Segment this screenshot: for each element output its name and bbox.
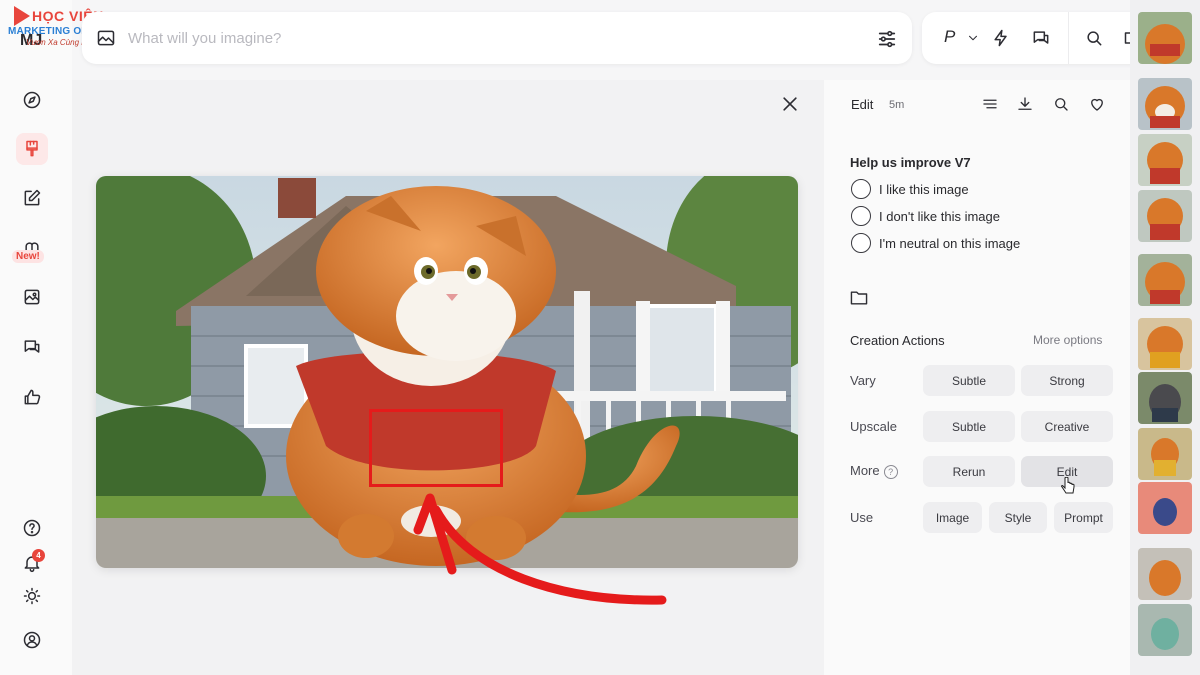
- heart-icon: [1091, 98, 1103, 111]
- use-style-button[interactable]: Style: [989, 502, 1047, 533]
- image-icon: [24, 289, 40, 305]
- cat-illustration: [96, 176, 798, 568]
- help-icon: [23, 519, 41, 537]
- history-strip: [1130, 0, 1200, 675]
- upscale-label: Upscale: [850, 419, 897, 434]
- upscale-subtle-button[interactable]: Subtle: [923, 411, 1015, 442]
- close-button[interactable]: [780, 94, 802, 116]
- selection-box: [369, 409, 503, 487]
- search-button[interactable]: [1083, 27, 1105, 49]
- use-image-button[interactable]: Image: [923, 502, 982, 533]
- radio-button[interactable]: [851, 206, 871, 226]
- chevron-down-icon: [968, 35, 978, 41]
- thumbs-up-icon: [24, 389, 41, 405]
- feedback-like-option[interactable]: I like this image: [851, 179, 969, 199]
- history-thumbnail[interactable]: [1138, 78, 1192, 130]
- sliders-icon: [878, 30, 896, 48]
- vary-strong-button[interactable]: Strong: [1021, 365, 1113, 396]
- history-thumbnail[interactable]: [1138, 12, 1192, 64]
- sidebar-item-chat[interactable]: [16, 331, 48, 363]
- history-thumbnail[interactable]: [1138, 548, 1192, 600]
- feedback-option-label: I'm neutral on this image: [879, 235, 1021, 251]
- rerun-button[interactable]: Rerun: [923, 456, 1015, 487]
- history-thumbnail[interactable]: [1138, 190, 1192, 242]
- history-thumbnail[interactable]: [1138, 254, 1192, 306]
- sidebar-item-explore[interactable]: [16, 84, 48, 116]
- search-icon: [1055, 98, 1068, 111]
- chat-icon: [1033, 31, 1049, 44]
- history-thumbnail[interactable]: [1138, 482, 1192, 534]
- sidebar-item-create[interactable]: [16, 133, 48, 165]
- download-button[interactable]: [1016, 95, 1036, 115]
- creation-actions-title: Creation Actions: [850, 333, 945, 348]
- use-label: Use: [850, 510, 874, 525]
- menu-icon: [983, 99, 997, 109]
- prompt-input[interactable]: [128, 24, 828, 52]
- menu-button[interactable]: [981, 95, 1001, 115]
- feedback-title: Help us improve V7: [850, 155, 971, 170]
- add-to-folder-button[interactable]: [850, 290, 868, 306]
- zoom-button[interactable]: [1052, 95, 1072, 115]
- generated-image[interactable]: [96, 176, 798, 568]
- sidebar-item-rank[interactable]: [16, 381, 48, 413]
- image-icon: [97, 30, 115, 46]
- notification-count-badge: 4: [32, 549, 45, 562]
- brush-icon: [26, 140, 38, 157]
- speed-button[interactable]: [990, 27, 1012, 49]
- folder-icon: [850, 291, 868, 305]
- theme-toggle[interactable]: [16, 580, 48, 612]
- prompt-bar: [82, 12, 912, 64]
- image-age: 5m: [889, 99, 905, 111]
- feedback-dislike-option[interactable]: I don't like this image: [851, 206, 1000, 226]
- question-icon[interactable]: ?: [883, 464, 898, 479]
- settings-button[interactable]: [876, 28, 898, 50]
- more-label: More?: [850, 463, 898, 479]
- chat-mode-button[interactable]: [1030, 27, 1052, 49]
- history-thumbnail[interactable]: [1138, 428, 1192, 480]
- history-thumbnail[interactable]: [1138, 372, 1192, 424]
- play-icon: [14, 6, 30, 26]
- user-circle-icon: [23, 631, 41, 649]
- vary-label: Vary: [850, 373, 876, 388]
- use-prompt-button[interactable]: Prompt: [1054, 502, 1113, 533]
- panel-mode-label: Edit: [851, 97, 874, 112]
- download-icon: [1018, 97, 1032, 110]
- history-thumbnail[interactable]: [1138, 134, 1192, 186]
- vary-subtle-button[interactable]: Subtle: [923, 365, 1015, 396]
- more-options-link[interactable]: More options: [1033, 333, 1102, 347]
- upscale-creative-button[interactable]: Creative: [1021, 411, 1113, 442]
- hand-cursor-icon: [1061, 477, 1075, 494]
- profile-selector[interactable]: P: [944, 27, 955, 47]
- chat-icon: [24, 340, 40, 353]
- top-toolbar: P: [922, 12, 1160, 64]
- feedback-option-label: I like this image: [879, 181, 969, 197]
- search-icon: [1087, 31, 1102, 46]
- feedback-neutral-option[interactable]: I'm neutral on this image: [851, 233, 1020, 253]
- account-button[interactable]: [16, 624, 48, 656]
- compass-icon: [23, 91, 41, 109]
- add-image-button[interactable]: [96, 28, 116, 48]
- edit-icon: [24, 189, 41, 206]
- feedback-option-label: I don't like this image: [879, 208, 1000, 224]
- close-icon: [783, 97, 797, 111]
- radio-button[interactable]: [851, 179, 871, 199]
- sun-icon: [23, 587, 41, 605]
- help-button[interactable]: [16, 512, 48, 544]
- history-thumbnail[interactable]: [1138, 318, 1192, 370]
- lightning-icon: [994, 29, 1007, 47]
- profile-dropdown[interactable]: [962, 27, 984, 49]
- radio-button[interactable]: [851, 233, 871, 253]
- more-label-text: More: [850, 463, 880, 478]
- toolbar-divider: [1068, 12, 1069, 64]
- like-button[interactable]: [1088, 95, 1108, 115]
- new-badge: New!: [12, 250, 44, 263]
- sidebar-item-organize[interactable]: [16, 281, 48, 313]
- sidebar-item-edit[interactable]: [16, 182, 48, 214]
- history-thumbnail[interactable]: [1138, 604, 1192, 656]
